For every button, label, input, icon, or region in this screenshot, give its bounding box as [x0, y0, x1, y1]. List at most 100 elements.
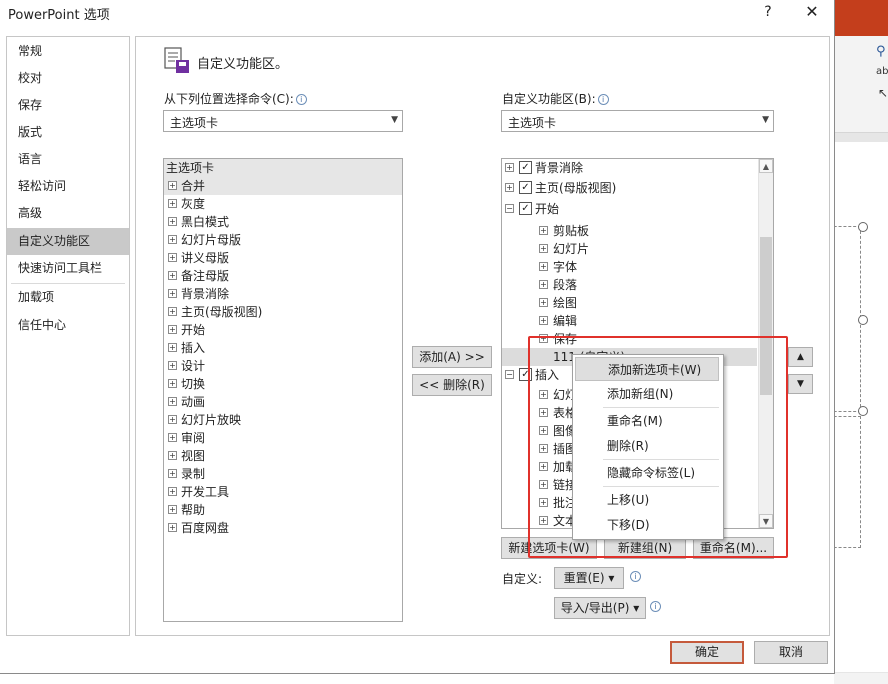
expand-icon[interactable]: + [539, 226, 548, 235]
checkbox[interactable]: ✓ [519, 161, 532, 174]
expand-icon[interactable]: + [168, 487, 177, 496]
list-item[interactable]: + 开始 [164, 321, 402, 339]
choose-commands-label: 从下列位置选择命令(C): i [164, 90, 307, 107]
expand-icon[interactable]: + [539, 280, 548, 289]
list-item[interactable]: + 黑白模式 [164, 213, 402, 231]
list-item-text: 开发工具 [181, 485, 230, 499]
expand-icon[interactable]: + [168, 415, 177, 424]
list-item[interactable]: + 幻灯片母版 [164, 231, 402, 249]
move-down-button[interactable]: ▼ [788, 374, 813, 394]
help-button[interactable]: ? [756, 0, 780, 24]
expand-icon[interactable]: + [539, 262, 548, 271]
background-resize-handle [858, 406, 868, 416]
list-item[interactable]: + 开发工具 [164, 483, 402, 501]
list-item[interactable]: + 审阅 [164, 429, 402, 447]
expand-icon[interactable]: + [539, 298, 548, 307]
tree-item-group[interactable]: + 编辑 [502, 312, 757, 330]
list-item[interactable]: + 切换 [164, 375, 402, 393]
cancel-button[interactable]: 取消 [754, 641, 828, 664]
expand-icon[interactable]: + [168, 343, 177, 352]
expand-icon[interactable]: + [168, 325, 177, 334]
list-item-text: 幻灯片放映 [181, 413, 242, 427]
list-item-text: 动画 [181, 395, 206, 409]
tree-item-group[interactable]: + 剪贴板 [502, 222, 757, 240]
expand-icon[interactable]: + [168, 433, 177, 442]
tree-item-tab[interactable]: + ✓ 背景消除 [502, 159, 757, 177]
nav-item-advanced[interactable]: 高级 [7, 200, 129, 227]
list-item[interactable]: + 背景消除 [164, 285, 402, 303]
nav-item-accessibility[interactable]: 轻松访问 [7, 173, 129, 200]
expand-icon[interactable]: + [168, 253, 177, 262]
nav-item-trust-center[interactable]: 信任中心 [7, 312, 129, 339]
available-commands-list[interactable]: 主选项卡 + 合并 + 灰度 + 黑白模式 + 幻灯片母版 + 讲义母版 + 备注母版 + 背… [163, 158, 403, 622]
expand-icon[interactable]: + [168, 397, 177, 406]
list-item[interactable]: + 灰度 [164, 195, 402, 213]
nav-item-quick-access-toolbar[interactable]: 快速访问工具栏 [7, 255, 129, 282]
list-item[interactable]: + 主页(母版视图) [164, 303, 402, 321]
list-group-header: 主选项卡 [164, 159, 402, 177]
choose-commands-dropdown[interactable]: 主选项卡 ▼ [163, 110, 403, 132]
collapse-icon[interactable]: − [505, 204, 514, 213]
list-item[interactable]: + 幻灯片放映 [164, 411, 402, 429]
expand-icon[interactable]: + [168, 271, 177, 280]
nav-item-add-ins[interactable]: 加载项 [7, 284, 129, 311]
expand-icon[interactable]: + [539, 244, 548, 253]
expand-icon[interactable]: + [168, 505, 177, 514]
list-item[interactable]: + 动画 [164, 393, 402, 411]
expand-icon[interactable]: + [168, 307, 177, 316]
import-export-button[interactable]: 导入/导出(P) ▾ [554, 597, 646, 619]
expand-icon[interactable]: + [168, 199, 177, 208]
tree-item-text: 开始 [535, 202, 560, 216]
remove-button[interactable]: << 删除(R) [412, 374, 492, 396]
tree-item-tab[interactable]: − ✓ 开始 [502, 200, 757, 218]
expand-icon[interactable]: + [168, 181, 177, 190]
nav-item-typography[interactable]: 版式 [7, 119, 129, 146]
expand-icon[interactable]: + [505, 183, 514, 192]
nav-item-customize-ribbon[interactable]: 自定义功能区 [7, 228, 129, 255]
list-item[interactable]: + 讲义母版 [164, 249, 402, 267]
expand-icon[interactable]: + [168, 289, 177, 298]
list-item[interactable]: + 百度网盘 [164, 519, 402, 537]
nav-item-save[interactable]: 保存 [7, 92, 129, 119]
expand-icon[interactable]: + [168, 523, 177, 532]
expand-icon[interactable]: + [168, 469, 177, 478]
close-button[interactable]: ✕ [798, 0, 826, 24]
chevron-down-icon: ▼ [762, 115, 769, 125]
list-item[interactable]: + 备注母版 [164, 267, 402, 285]
ok-button[interactable]: 确定 [670, 641, 744, 664]
list-item[interactable]: + 录制 [164, 465, 402, 483]
list-item[interactable]: + 帮助 [164, 501, 402, 519]
tree-item-group[interactable]: + 绘图 [502, 294, 757, 312]
expand-icon[interactable]: + [505, 163, 514, 172]
tree-item-tab[interactable]: + ✓ 主页(母版视图) [502, 179, 757, 197]
list-item[interactable]: + 视图 [164, 447, 402, 465]
checkbox[interactable]: ✓ [519, 202, 532, 215]
scroll-up-arrow-icon[interactable]: ▲ [759, 159, 773, 173]
expand-icon[interactable]: + [168, 379, 177, 388]
background-resize-handle [858, 222, 868, 232]
list-item[interactable]: + 插入 [164, 339, 402, 357]
add-button[interactable]: 添加(A) >> [412, 346, 492, 368]
info-icon: i [630, 571, 641, 582]
tree-item-group[interactable]: + 段落 [502, 276, 757, 294]
tree-item-group[interactable]: + 幻灯片 [502, 240, 757, 258]
tree-item-group[interactable]: + 字体 [502, 258, 757, 276]
checkbox[interactable]: ✓ [519, 181, 532, 194]
expand-icon[interactable]: + [168, 451, 177, 460]
nav-item-general[interactable]: 常规 [7, 38, 129, 65]
customize-ribbon-dropdown[interactable]: 主选项卡 ▼ [501, 110, 774, 132]
customize-ribbon-icon [164, 47, 189, 73]
nav-item-proofing[interactable]: 校对 [7, 65, 129, 92]
tree-item-text: 绘图 [553, 296, 578, 310]
move-up-button[interactable]: ▲ [788, 347, 813, 367]
expand-icon[interactable]: + [168, 235, 177, 244]
expand-icon[interactable]: + [168, 361, 177, 370]
expand-icon[interactable]: + [168, 217, 177, 226]
reset-button[interactable]: 重置(E) ▾ [554, 567, 624, 589]
expand-icon[interactable]: + [539, 316, 548, 325]
list-item-text: 合并 [181, 179, 206, 193]
collapse-icon[interactable]: − [505, 370, 514, 379]
list-item[interactable]: + 合并 [164, 177, 402, 195]
nav-item-language[interactable]: 语言 [7, 146, 129, 173]
list-item[interactable]: + 设计 [164, 357, 402, 375]
